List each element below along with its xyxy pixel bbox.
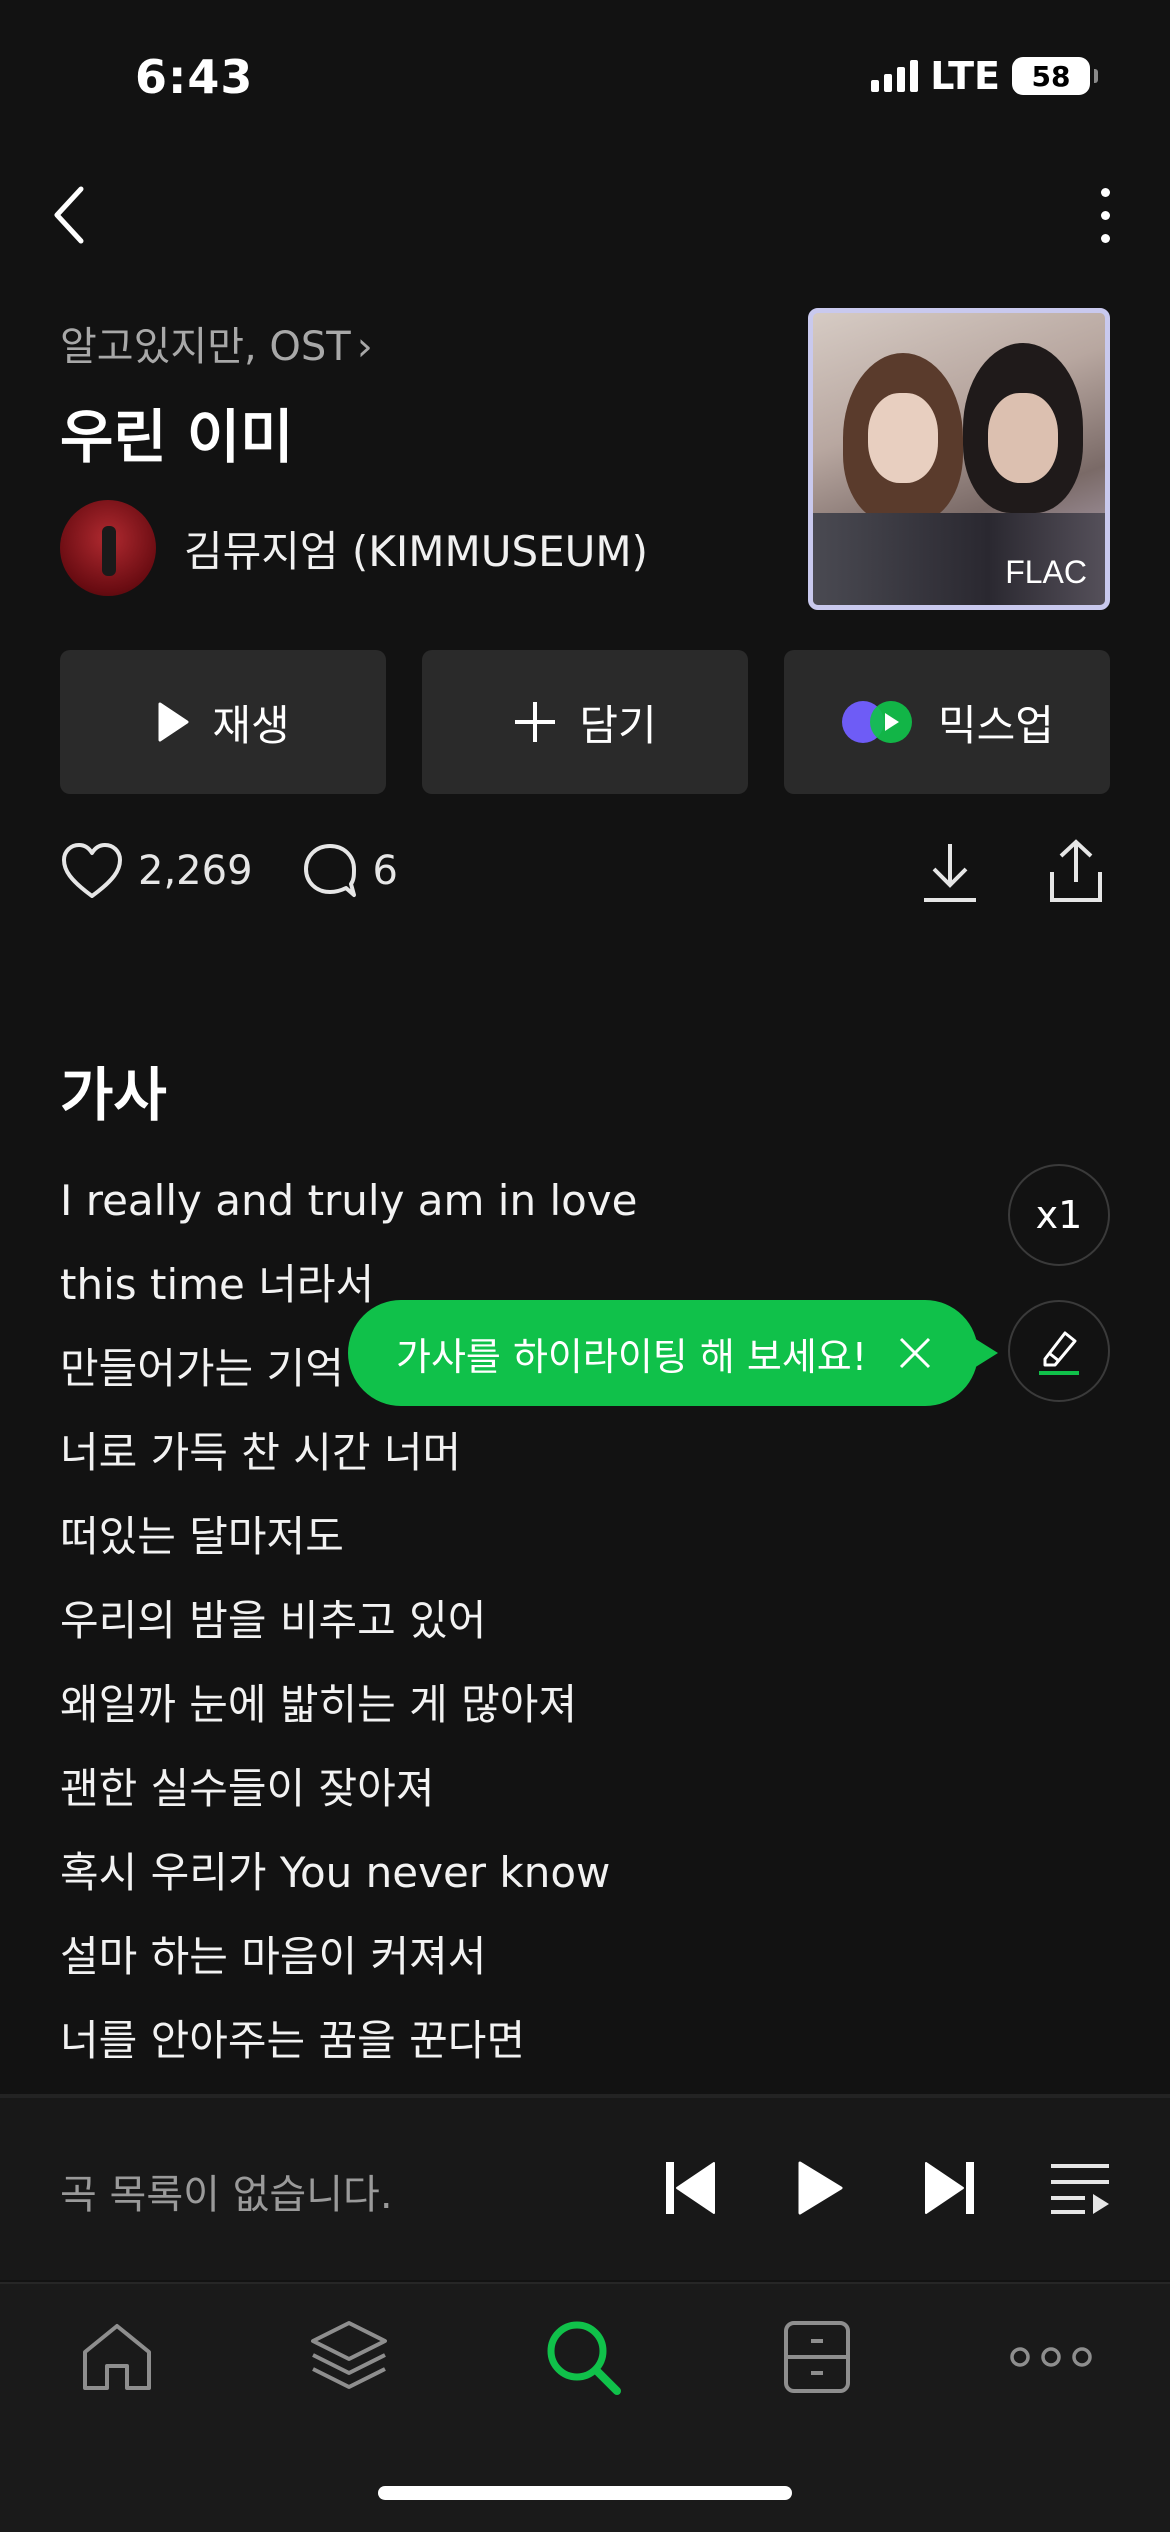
chevron-right-icon: › — [356, 324, 373, 370]
share-button[interactable] — [1046, 838, 1106, 904]
lyrics-speed-button[interactable]: x1 — [1008, 1164, 1110, 1266]
lyric-line[interactable]: 떠있는 달마저도 — [60, 1506, 638, 1590]
mixup-icon — [842, 701, 913, 743]
like-count: 2,269 — [138, 848, 253, 894]
play-icon — [158, 702, 189, 742]
add-to-playlist-button[interactable]: 담기 — [422, 650, 748, 794]
artist-avatar — [60, 500, 156, 596]
home-indicator — [378, 2486, 792, 2500]
queue-button[interactable] — [1048, 2156, 1112, 2220]
close-icon[interactable] — [897, 1335, 933, 1371]
tab-more[interactable] — [1006, 2312, 1096, 2402]
artist-name: 김뮤지엄 (KIMMUSEUM) — [184, 526, 649, 576]
search-icon — [547, 2321, 621, 2395]
album-cover[interactable]: FLAC — [808, 308, 1110, 610]
battery-icon: 58 — [1012, 57, 1098, 95]
home-icon — [83, 2324, 151, 2390]
dot — [1100, 187, 1110, 197]
tab-home[interactable] — [72, 2312, 162, 2402]
tab-storage[interactable] — [772, 2312, 862, 2402]
lyric-line[interactable]: 우리의 밤을 비추고 있어 — [60, 1590, 638, 1674]
quality-badge: FLAC — [1005, 554, 1087, 590]
tab-library-layers[interactable] — [304, 2312, 394, 2402]
lyrics-heading: 가사 — [60, 1061, 167, 1129]
skip-previous-icon — [666, 2162, 715, 2214]
next-button[interactable] — [918, 2156, 982, 2220]
download-icon — [924, 844, 976, 902]
dot — [1100, 210, 1110, 220]
add-button-label: 담기 — [579, 700, 657, 750]
status-time: 6:43 — [135, 50, 254, 104]
lyric-line[interactable]: I really and truly am in love — [60, 1170, 638, 1254]
lyric-line[interactable]: 괜한 실수들이 잦아져 — [60, 1758, 638, 1842]
dot — [1100, 233, 1110, 243]
album-name: 알고있지만, OST — [60, 324, 351, 370]
artist-link[interactable]: 김뮤지엄 (KIMMUSEUM) — [60, 500, 648, 596]
highlight-tooltip: 가사를 하이라이팅 해 보세요! — [348, 1300, 998, 1406]
skip-next-icon — [925, 2162, 974, 2214]
heart-icon — [62, 843, 122, 898]
download-button[interactable] — [920, 840, 980, 906]
play-icon — [798, 2161, 843, 2215]
drawer-icon — [784, 2321, 850, 2393]
back-button[interactable] — [40, 180, 100, 250]
tab-search[interactable] — [538, 2312, 628, 2402]
playlist-icon — [1051, 2164, 1109, 2214]
album-link[interactable]: 알고있지만, OST › — [60, 314, 373, 372]
plus-icon — [515, 702, 556, 742]
mini-play-button[interactable] — [788, 2156, 852, 2220]
mini-player: 곡 목록이 없습니다. — [0, 2094, 1170, 2280]
chevron-left-icon — [54, 186, 84, 244]
comment-button[interactable]: 6 — [301, 842, 398, 900]
play-button-label: 재생 — [212, 700, 290, 750]
lyric-line[interactable]: 왜일까 눈에 밟히는 게 많아져 — [60, 1674, 638, 1758]
mixup-button-label: 믹스업 — [938, 700, 1054, 750]
previous-button[interactable] — [658, 2156, 722, 2220]
more-icon — [1010, 2347, 1092, 2367]
lyric-line[interactable]: 너로 가득 찬 시간 너머 — [60, 1422, 638, 1506]
song-title: 우린 이미 — [60, 403, 294, 471]
like-button[interactable]: 2,269 — [60, 842, 253, 900]
share-icon — [1050, 839, 1102, 902]
more-options-button[interactable] — [1080, 180, 1130, 250]
comment-count: 6 — [372, 848, 398, 894]
lyric-line[interactable]: 너를 안아주는 꿈을 꾼다면 — [60, 2010, 638, 2094]
lyric-line[interactable]: 설마 하는 마음이 커져서 — [60, 1926, 638, 2010]
mixup-button[interactable]: 믹스업 — [784, 650, 1110, 794]
lyric-line[interactable]: 혹시 우리가 You never know — [60, 1842, 638, 1926]
highlighter-icon — [1039, 1331, 1079, 1375]
highlight-button[interactable] — [1008, 1300, 1110, 1402]
tooltip-text: 가사를 하이라이팅 해 보세요! — [396, 1334, 867, 1379]
play-button[interactable]: 재생 — [60, 650, 386, 794]
empty-queue-text: 곡 목록이 없습니다. — [60, 2172, 393, 2218]
network-label: LTE — [930, 54, 1000, 98]
signal-icon — [871, 60, 919, 92]
comment-icon — [303, 844, 356, 897]
layers-icon — [311, 2321, 387, 2389]
